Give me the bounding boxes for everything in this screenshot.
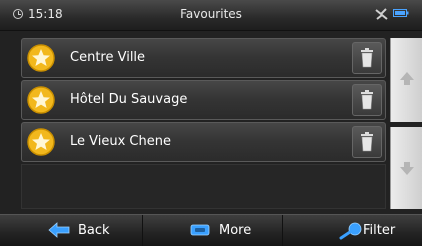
page-title: Favourites [180, 7, 242, 21]
back-arrow-icon [48, 222, 70, 238]
star-icon [27, 128, 55, 156]
list-item-label: Hôtel Du Sauvage [70, 92, 188, 107]
star-icon [27, 44, 55, 72]
bottom-toolbar: Back More Filter [0, 214, 422, 246]
list-item[interactable]: Hôtel Du Sauvage [21, 80, 386, 120]
battery-icon [393, 9, 409, 17]
filter-label: Filter [363, 223, 396, 238]
arrow-down-icon [400, 162, 414, 175]
bin-icon [361, 48, 373, 68]
delete-button[interactable] [352, 126, 382, 158]
bin-icon [361, 132, 373, 152]
favourites-screen: 15:18 Favourites Centre Ville Hôtel Du S… [0, 0, 422, 246]
scroll-up-button[interactable] [390, 38, 422, 122]
arrow-up-icon [400, 72, 414, 85]
bin-icon [361, 90, 373, 110]
gps-icon [375, 8, 388, 20]
list-item[interactable]: Centre Ville [21, 38, 386, 78]
more-button[interactable]: More [142, 215, 282, 246]
list-item-label: Centre Ville [70, 50, 146, 65]
back-button[interactable]: Back [0, 215, 142, 246]
more-icon [190, 224, 210, 236]
list-item-label: Le Vieux Chene [70, 134, 171, 149]
scroll-down-button[interactable] [390, 127, 422, 209]
list-item[interactable]: Le Vieux Chene [21, 122, 386, 162]
more-label: More [219, 223, 252, 238]
filter-button[interactable]: Filter [282, 215, 422, 246]
delete-button[interactable] [352, 42, 382, 74]
favourites-list: Centre Ville Hôtel Du Sauvage Le Vieux C… [21, 38, 386, 164]
back-label: Back [78, 223, 110, 238]
star-icon [27, 86, 55, 114]
list-empty-area [21, 164, 386, 209]
delete-button[interactable] [352, 84, 382, 116]
status-bar: 15:18 Favourites [0, 0, 422, 31]
filter-icon [339, 222, 362, 240]
